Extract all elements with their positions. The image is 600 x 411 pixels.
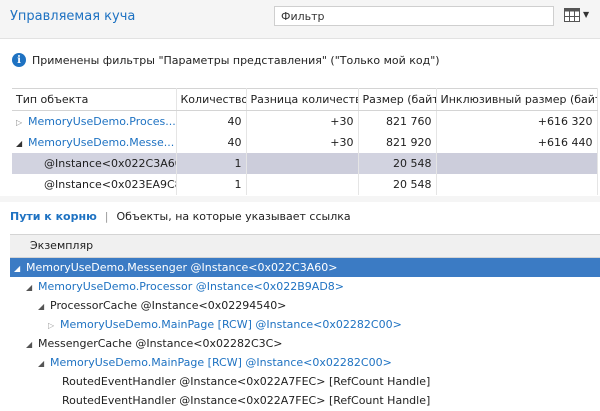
triangle-right-icon[interactable]: ▷: [48, 316, 60, 335]
table-row[interactable]: ▷ MemoryUseDemo.Proces... 40 +30 821 760 …: [12, 110, 598, 132]
tree-row[interactable]: ▷ MemoryUseDemo.MainPage [RCW] @Instance<…: [10, 315, 600, 334]
tree-row[interactable]: RoutedEventHandler @Instance<0x022A7FEC>…: [10, 372, 600, 391]
table-row[interactable]: @Instance<0x023EA9C8> 1 20 548: [12, 174, 598, 195]
inclusive-size-cell: [436, 153, 598, 174]
table-row-selected[interactable]: @Instance<0x022C3A60> 1 20 548: [12, 153, 598, 174]
triangle-down-icon[interactable]: ◢: [38, 354, 50, 373]
section-divider: [0, 196, 600, 202]
col-header-size[interactable]: Размер (байт): [358, 88, 437, 111]
grid-icon: [564, 8, 580, 22]
col-header-inclusive-size[interactable]: Инклюзивный размер (байт): [436, 88, 598, 111]
triangle-down-icon[interactable]: ◢: [26, 335, 38, 354]
inclusive-size-cell: +616 320: [436, 110, 598, 132]
size-cell: 821 760: [358, 110, 437, 132]
count-diff-cell: +30: [246, 110, 359, 132]
tree-row[interactable]: ◢ MessengerCache @Instance<0x02282C3C>: [10, 334, 600, 353]
tree-row[interactable]: RoutedEventHandler @Instance<0x022A7FEC>…: [10, 391, 600, 410]
info-icon: i: [12, 53, 26, 67]
count-cell: 40: [176, 132, 247, 153]
size-cell: 20 548: [358, 174, 437, 195]
triangle-down-icon[interactable]: ◢: [26, 278, 38, 297]
triangle-right-icon[interactable]: ▷: [16, 118, 28, 127]
table-row[interactable]: ◢ MemoryUseDemo.Messe... 40 +30 821 920 +…: [12, 132, 598, 153]
tree-row-label: MemoryUseDemo.MainPage [RCW] @Instance<0…: [60, 318, 402, 331]
count-diff-cell: [246, 174, 359, 195]
count-cell: 1: [176, 174, 247, 195]
col-header-type[interactable]: Тип объекта: [12, 88, 177, 111]
triangle-down-icon[interactable]: ◢: [38, 297, 50, 316]
triangle-down-icon[interactable]: ◢: [14, 259, 26, 278]
tree-row[interactable]: ◢ MemoryUseDemo.Processor @Instance<0x022…: [10, 277, 600, 296]
tree-row-label: RoutedEventHandler @Instance<0x022A7FEC>…: [62, 375, 431, 388]
col-header-count[interactable]: Количество: [176, 88, 247, 111]
tree-header-instance[interactable]: Экземпляр: [10, 234, 600, 258]
instance-cell[interactable]: @Instance<0x022C3A60>: [12, 153, 177, 174]
tab-separator: |: [104, 210, 109, 223]
count-diff-cell: [246, 153, 359, 174]
tree-row-label: RoutedEventHandler @Instance<0x022A7FEC>…: [62, 394, 431, 407]
filter-info-text: Применены фильтры "Параметры представлен…: [32, 53, 440, 67]
size-cell: 20 548: [358, 153, 437, 174]
inclusive-size-cell: +616 440: [436, 132, 598, 153]
triangle-down-icon[interactable]: ◢: [16, 139, 28, 148]
tree-row[interactable]: ◢ ProcessorCache @Instance<0x02294540>: [10, 296, 600, 315]
inclusive-size-cell: [436, 174, 598, 195]
tree-row-label: ProcessorCache @Instance<0x02294540>: [50, 299, 287, 312]
tree-row[interactable]: ◢ MemoryUseDemo.MainPage [RCW] @Instance<…: [10, 353, 600, 372]
chevron-down-icon: ▼: [583, 10, 590, 19]
count-cell: 40: [176, 110, 247, 132]
heap-table-header: Тип объекта Количество Разница количеств…: [12, 88, 598, 111]
filter-box[interactable]: [274, 6, 554, 26]
filter-input[interactable]: [275, 7, 553, 25]
instance-cell[interactable]: @Instance<0x023EA9C8>: [12, 174, 177, 195]
tab-paths-to-root[interactable]: Пути к корню: [10, 210, 97, 223]
tree-row-label: MemoryUseDemo.MainPage [RCW] @Instance<0…: [50, 356, 392, 369]
type-name[interactable]: MemoryUseDemo.Messe...: [28, 136, 174, 149]
grid-options-button[interactable]: ▼: [562, 5, 592, 27]
size-cell: 821 920: [358, 132, 437, 153]
tree-row-label: MemoryUseDemo.Processor @Instance<0x022B…: [38, 280, 345, 293]
count-diff-cell: +30: [246, 132, 359, 153]
heap-table: Тип объекта Количество Разница количеств…: [12, 88, 598, 195]
reference-tabs: Пути к корню | Объекты, на которые указы…: [10, 210, 351, 223]
col-header-count-diff[interactable]: Разница количества: [246, 88, 359, 111]
tree-row-label: MemoryUseDemo.Messenger @Instance<0x022C…: [26, 261, 338, 274]
page-title: Управляемая куча: [10, 9, 136, 24]
tab-referenced-objects[interactable]: Объекты, на которые указывает ссылка: [117, 210, 351, 223]
count-cell: 1: [176, 153, 247, 174]
tree-row[interactable]: ◢ MemoryUseDemo.Messenger @Instance<0x022…: [10, 258, 600, 277]
paths-tree: Экземпляр ◢ MemoryUseDemo.Messenger @Inst…: [10, 234, 600, 410]
top-bar: Управляемая куча ▼: [0, 0, 600, 39]
tree-row-label: MessengerCache @Instance<0x02282C3C>: [38, 337, 283, 350]
type-name[interactable]: MemoryUseDemo.Proces...: [28, 115, 175, 128]
filter-info-bar: i Применены фильтры "Параметры представл…: [12, 52, 440, 68]
